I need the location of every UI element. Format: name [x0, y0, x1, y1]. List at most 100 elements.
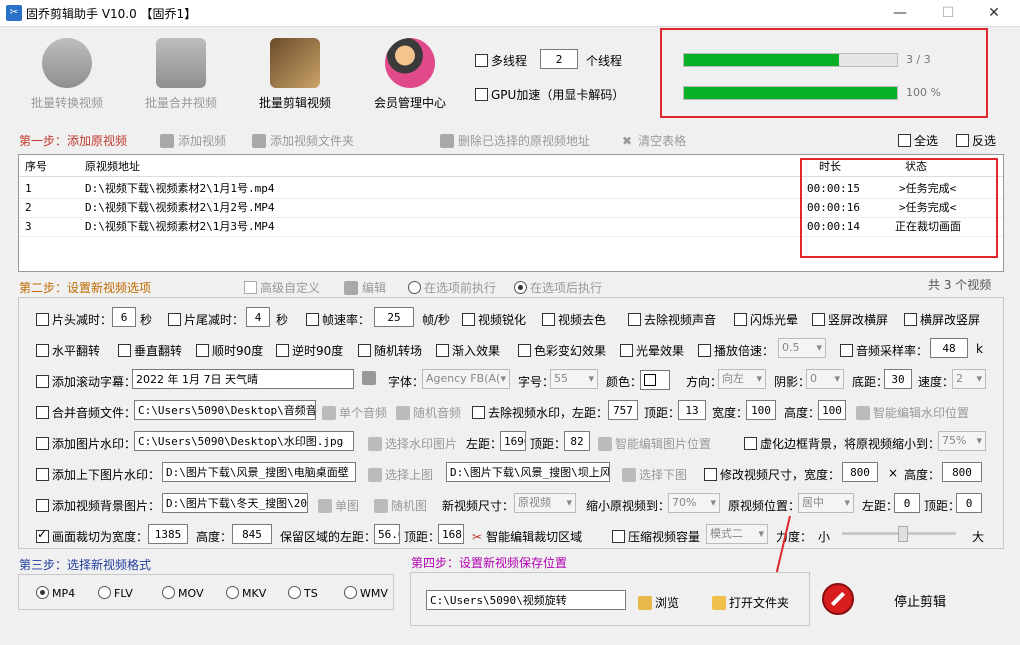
down-image-path[interactable]: D:\图片下载\风景_搜图\坝上风	[446, 462, 610, 482]
position-select[interactable]: 居中	[798, 493, 854, 513]
gpu-checkbox[interactable]: GPU加速（用显卡解码）	[475, 86, 624, 103]
smart-image-button[interactable]: 智能编辑图片位置	[598, 435, 711, 452]
thread-count-input[interactable]: 2	[540, 49, 578, 69]
scroll-subtitle-check[interactable]	[36, 375, 49, 388]
head-cut-input[interactable]: 6	[112, 307, 136, 327]
audio-path-input[interactable]: C:\Users\5090\Desktop\音频音效	[134, 400, 316, 420]
bg-image-check[interactable]	[36, 499, 49, 512]
format-wmv-radio[interactable]	[344, 586, 357, 599]
single-audio-button[interactable]: 单个音频	[322, 404, 387, 421]
bottom-input[interactable]: 30	[884, 369, 912, 389]
member-center-button[interactable]: 会员管理中心	[365, 30, 455, 120]
multithread-check[interactable]	[475, 54, 488, 67]
resize-check[interactable]	[704, 468, 717, 481]
vflip-checkbox[interactable]: 垂直翻转	[118, 342, 182, 359]
open-folder-button[interactable]: 打开文件夹	[712, 594, 789, 611]
fadein-checkbox[interactable]: 渐入效果	[436, 342, 500, 359]
hflip-checkbox[interactable]: 水平翻转	[36, 342, 100, 359]
keep-left-input[interactable]: 56.6	[374, 524, 400, 544]
batch-convert-button[interactable]: 批量转换视频	[22, 30, 112, 120]
crop-height-input[interactable]: 845	[232, 524, 272, 544]
tail-cut-check[interactable]	[168, 313, 181, 326]
strength-slider[interactable]	[842, 526, 956, 542]
cw90-check[interactable]	[196, 344, 209, 357]
tail-cut-checkbox[interactable]: 片尾减时：	[168, 311, 244, 328]
advanced-custom-checkbox[interactable]: 高级自定义	[244, 279, 320, 296]
direction-select[interactable]: 向左	[718, 369, 766, 389]
crop-width-input[interactable]: 1385	[148, 524, 188, 544]
smart-crop-button[interactable]: ✂ 智能编辑裁切区域	[472, 528, 582, 545]
scroll-subtitle-input[interactable]: 2022 年 1月 7日 天气晴	[132, 369, 354, 389]
decolor-checkbox[interactable]: 视频去色	[542, 311, 606, 328]
format-mov[interactable]: MOV	[162, 586, 203, 600]
head-cut-checkbox[interactable]: 片头减时：	[36, 311, 112, 328]
compress-mode-select[interactable]: 模式二	[706, 524, 768, 544]
resize-checkbox[interactable]: 修改视频尺寸，宽度：	[704, 466, 840, 483]
save-path-input[interactable]: C:\Users\5090\视频旋转	[426, 590, 626, 610]
shrink-select[interactable]: 70%	[668, 493, 720, 513]
image-watermark-check[interactable]	[36, 437, 49, 450]
batch-edit-button[interactable]: 批量剪辑视频	[250, 30, 340, 120]
remove-watermark-check[interactable]	[472, 406, 485, 419]
speed-check[interactable]	[698, 344, 711, 357]
before-radio[interactable]	[408, 281, 421, 294]
minimize-button[interactable]: —	[880, 2, 920, 24]
multithread-checkbox[interactable]: 多线程	[475, 52, 527, 69]
before-option-radio[interactable]: 在选项前执行	[408, 279, 496, 296]
cw90-checkbox[interactable]: 顺时90度	[196, 342, 263, 359]
font-select[interactable]: Agency FB(A(	[422, 369, 510, 389]
ccw90-checkbox[interactable]: 逆时90度	[276, 342, 343, 359]
image-watermark-checkbox[interactable]: 添加图片水印：	[36, 435, 136, 452]
format-mp4-radio[interactable]	[36, 586, 49, 599]
bg-image-path[interactable]: D:\图片下载\冬天_搜图\20	[162, 493, 308, 513]
scroll-subtitle-checkbox[interactable]: 添加滚动字幕：	[36, 373, 136, 390]
blur-border-checkbox[interactable]: 虚化边框背景，将原视频缩小到：	[744, 435, 940, 452]
resize-height-input[interactable]: 800	[942, 462, 982, 482]
random-image-button[interactable]: 随机图	[374, 497, 427, 514]
fontsize-select[interactable]: 55	[550, 369, 598, 389]
stop-edit-button[interactable]: 停止剪辑	[894, 591, 946, 610]
delete-selected-button[interactable]: 删除已选择的原视频地址	[440, 132, 590, 149]
edit-button[interactable]: 编辑	[344, 279, 386, 296]
new-size-select[interactable]: 原视频	[514, 493, 576, 513]
sample-rate-input[interactable]: 48	[930, 338, 968, 358]
maximize-button[interactable]: ☐	[928, 2, 968, 24]
shadow-select[interactable]: 0	[806, 369, 844, 389]
gpu-check[interactable]	[475, 88, 488, 101]
header-index[interactable]: 序号	[25, 157, 47, 176]
color-variation-checkbox[interactable]: 色彩变幻效果	[518, 342, 606, 359]
head-cut-check[interactable]	[36, 313, 49, 326]
sharpen-check[interactable]	[462, 313, 475, 326]
after-option-radio[interactable]: 在选项后执行	[514, 279, 602, 296]
font-dialog-icon[interactable]	[362, 371, 376, 385]
format-flv-radio[interactable]	[98, 586, 111, 599]
invert-selection-checkbox[interactable]: 反选	[956, 132, 996, 149]
random-transition-check[interactable]	[358, 344, 371, 357]
halo-checkbox[interactable]: 光晕效果	[620, 342, 684, 359]
flash-check[interactable]	[734, 313, 747, 326]
stop-icon[interactable]	[822, 583, 854, 615]
format-flv[interactable]: FLV	[98, 586, 133, 600]
updown-image-checkbox[interactable]: 添加上下图片水印：	[36, 466, 160, 483]
compress-checkbox[interactable]: 压缩视频容量	[612, 528, 700, 545]
updown-image-check[interactable]	[36, 468, 49, 481]
select-all-check[interactable]	[898, 134, 911, 147]
after-radio[interactable]	[514, 281, 527, 294]
single-image-button[interactable]: 单图	[318, 497, 359, 514]
mute-checkbox[interactable]: 去除视频声音	[628, 311, 716, 328]
v2h-check[interactable]	[812, 313, 825, 326]
halo-check[interactable]	[620, 344, 633, 357]
v2h-checkbox[interactable]: 竖屏改横屏	[812, 311, 888, 328]
resize-width-input[interactable]: 800	[842, 462, 878, 482]
h2v-checkbox[interactable]: 横屏改竖屏	[904, 311, 980, 328]
flash-checkbox[interactable]: 闪烁光晕	[734, 311, 798, 328]
fps-checkbox[interactable]: 帧速率：	[306, 311, 370, 328]
select-up-image-button[interactable]: 选择上图	[368, 466, 433, 483]
fadein-check[interactable]	[436, 344, 449, 357]
add-video-button[interactable]: 添加视频	[160, 132, 226, 149]
hflip-check[interactable]	[36, 344, 49, 357]
clear-table-button[interactable]: ✖ 清空表格	[622, 132, 686, 149]
select-watermark-button[interactable]: 选择水印图片	[368, 435, 457, 452]
add-folder-button[interactable]: 添加视频文件夹	[252, 132, 354, 149]
blur-border-check[interactable]	[744, 437, 757, 450]
